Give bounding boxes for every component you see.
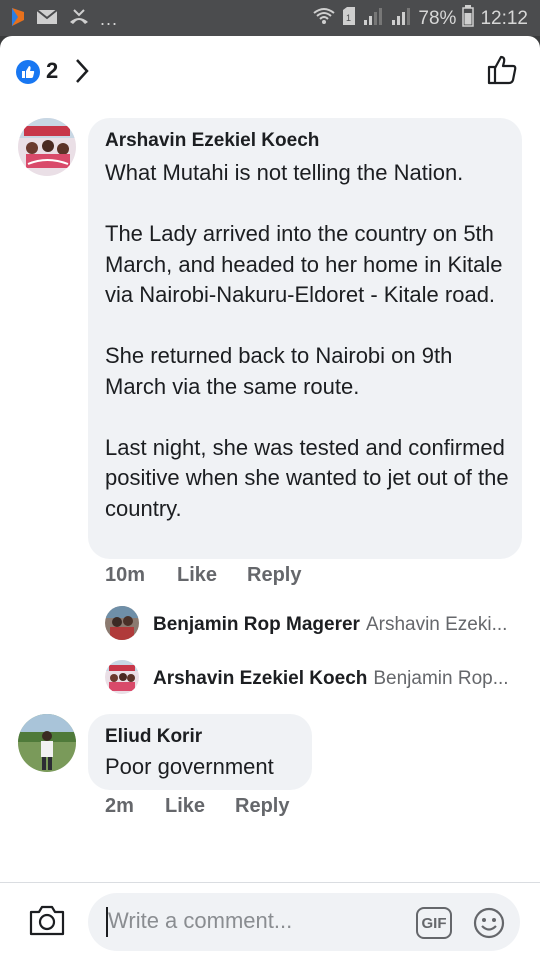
comment-text: What Mutahi is not telling the Nation. T… [105, 160, 509, 521]
comment-timestamp: 2m [105, 795, 134, 817]
missed-call-icon [68, 8, 90, 31]
svg-text:1: 1 [346, 13, 351, 23]
comment-bubble[interactable]: Arshavin Ezekiel Koech What Mutahi is no… [88, 118, 522, 559]
battery-percent: 78% [418, 8, 457, 29]
wifi-icon [312, 7, 336, 31]
comment-actions: 10m Like Reply [105, 564, 301, 587]
mail-icon [36, 9, 58, 30]
battery-icon [462, 5, 475, 33]
chevron-right-icon[interactable] [74, 58, 90, 89]
comment-timestamp: 10m [105, 564, 146, 586]
more-notifications-indicator: ... [100, 9, 119, 29]
like-button[interactable]: Like [177, 564, 247, 587]
clock: 12:12 [480, 8, 528, 29]
reply-preview: Arshavin Ezeki... [365, 614, 508, 635]
status-bar: ... 1 78% 12:12 [0, 0, 540, 36]
comment-input[interactable] [108, 903, 408, 939]
reactions-header: 2 [0, 36, 540, 106]
reply-row[interactable]: Benjamin Rop Magerer Arshavin Ezeki... [153, 614, 518, 636]
comment-composer: GIF [0, 882, 540, 960]
reply-preview: Benjamin Rop... [373, 668, 509, 689]
reply-author[interactable]: Arshavin Ezekiel Koech [153, 668, 367, 690]
comment-text: Poor government [105, 754, 274, 779]
signal-icon-1 [362, 6, 384, 32]
avatar[interactable] [105, 606, 139, 640]
avatar[interactable] [18, 118, 76, 176]
like-button[interactable]: Like [165, 795, 235, 818]
comment-author[interactable]: Arshavin Ezekiel Koech [105, 130, 319, 152]
gif-button[interactable]: GIF [416, 907, 452, 939]
avatar[interactable] [105, 660, 139, 694]
thumbs-up-icon[interactable] [486, 54, 518, 91]
sim-icon: 1 [342, 6, 356, 32]
app-notification-icon [10, 6, 26, 33]
comments-sheet: 2 Arshavin Ezekiel Koech What Mutahi is … [0, 36, 540, 960]
comment-bubble[interactable]: Eliud Korir Poor government [88, 714, 312, 790]
reply-button[interactable]: Reply [235, 795, 289, 818]
camera-icon[interactable] [28, 903, 66, 942]
reply-author[interactable]: Benjamin Rop Magerer [153, 614, 360, 636]
reply-row[interactable]: Arshavin Ezekiel Koech Benjamin Rop... [153, 668, 518, 690]
comment-actions: 2m Like Reply [105, 795, 289, 818]
like-reaction-icon[interactable] [16, 60, 40, 84]
signal-icon-2 [390, 6, 412, 32]
reply-button[interactable]: Reply [247, 564, 301, 587]
comment-author[interactable]: Eliud Korir [105, 726, 202, 748]
emoji-icon[interactable] [472, 906, 506, 945]
avatar[interactable] [18, 714, 76, 772]
reaction-count[interactable]: 2 [46, 58, 58, 84]
comment-input-container[interactable]: GIF [88, 893, 520, 951]
